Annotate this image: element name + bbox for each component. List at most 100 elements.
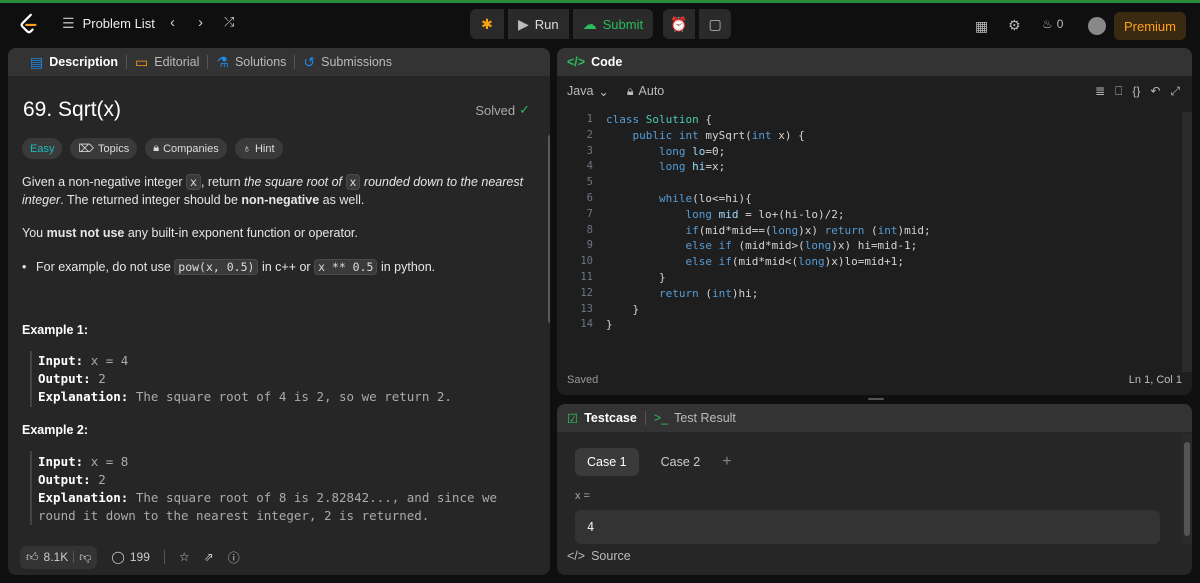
lightbulb-icon: ♁ <box>242 142 251 155</box>
braces-icon[interactable]: {} <box>1132 84 1140 99</box>
code-panel: </> Code Java ⌄ 🔒︎ Auto ≣ ⎕ {} ↶ ⤢ 12345… <box>557 48 1192 395</box>
book-icon: ▭ <box>135 53 149 70</box>
case-1-tab[interactable]: Case 1 <box>575 448 639 476</box>
code-icon: </> <box>567 549 586 563</box>
line-number: 12 <box>580 286 593 299</box>
next-problem-icon[interactable]: › <box>198 14 203 31</box>
expand-icon[interactable]: ⤢ <box>1170 84 1180 99</box>
explanation-label: Explanation: <box>38 490 129 505</box>
help-icon[interactable]: ⓘ <box>228 549 240 566</box>
text: must not use <box>46 226 125 240</box>
tab-testcase-label: Testcase <box>584 411 637 425</box>
scrollbar-thumb[interactable] <box>1184 442 1190 536</box>
scrollbar-thumb[interactable] <box>548 134 550 324</box>
explanation-text-cont: round it down to the nearest integer, 2 … <box>38 508 430 523</box>
layout-icon[interactable]: ▦ <box>975 18 988 35</box>
testcase-panel: ☑ Testcase >_ Test Result Case 1 Case 2 … <box>557 404 1192 575</box>
divider <box>163 550 165 564</box>
flask-icon: ⚗ <box>216 53 229 70</box>
shuffle-icon[interactable]: ⤮ <box>224 14 234 30</box>
run-label: Run <box>534 16 559 32</box>
premium-button[interactable]: Premium <box>1113 12 1186 40</box>
left-tab-bar: ▤ Description ▭ Editorial ⚗ Solutions ↺ … <box>8 48 550 76</box>
submit-button[interactable]: ☁ Submit <box>572 9 654 39</box>
star-icon[interactable]: ☆ <box>179 550 190 564</box>
notes-button[interactable]: ▢ <box>699 9 732 39</box>
text: Given a non-negative integer <box>22 175 183 189</box>
text: . The returned integer should be <box>60 193 238 207</box>
reset-icon[interactable]: ↶ <box>1150 84 1160 99</box>
testcase-scrollbar[interactable] <box>1182 434 1192 544</box>
format-icon[interactable]: ≣ <box>1095 84 1105 99</box>
share-icon[interactable]: ⇗ <box>204 550 214 564</box>
hint-label: Hint <box>254 142 275 155</box>
hint-chip[interactable]: ♁ Hint <box>234 138 283 159</box>
bookmark-icon[interactable]: ⎕ <box>1115 84 1122 99</box>
lock-icon: 🔒︎ <box>626 83 634 98</box>
streak-count: 0 <box>1056 17 1064 31</box>
tab-testcase[interactable]: ☑ Testcase <box>567 411 637 426</box>
add-case-button[interactable]: + <box>722 453 731 471</box>
solved-status: Solved ✓ <box>475 102 530 118</box>
code-editor[interactable]: class Solution { public int mySqrt(int x… <box>606 112 931 333</box>
language-select[interactable]: Java ⌄ <box>567 84 609 99</box>
tab-submissions-label: Submissions <box>321 55 393 69</box>
companies-chip[interactable]: 🔒︎ Companies <box>145 138 227 159</box>
source-button[interactable]: </> Source <box>567 549 631 563</box>
output-value: 2 <box>98 371 106 386</box>
avatar[interactable] <box>1088 17 1106 35</box>
tab-solutions-label: Solutions <box>234 55 287 69</box>
input-value: x = 4 <box>90 353 129 368</box>
tab-description[interactable]: ▤ Description <box>22 54 126 71</box>
problem-list-button[interactable]: ☰ Problem List <box>62 15 155 32</box>
code-scrollbar[interactable] <box>1182 112 1192 372</box>
code-panel-title: Code <box>591 55 623 69</box>
lock-icon: 🔒︎ <box>153 142 160 154</box>
note-icon: ▢ <box>708 15 722 32</box>
topics-chip[interactable]: ⌦ Topics <box>70 138 138 159</box>
save-status: Saved <box>567 374 599 386</box>
tab-solutions[interactable]: ⚗ Solutions <box>208 54 294 71</box>
text: , return <box>200 175 241 189</box>
tab-test-result[interactable]: >_ Test Result <box>654 411 736 425</box>
gear-icon[interactable]: ⚙ <box>1008 17 1021 34</box>
example-2-heading: Example 2: <box>22 423 89 437</box>
code-panel-header: </> Code <box>557 48 1192 76</box>
line-number: 3 <box>586 144 593 157</box>
description-bullet: For example, do not use pow(x, 0.5) in c… <box>36 258 536 276</box>
testcase-input[interactable]: 4 <box>575 510 1160 544</box>
description-scrollbar[interactable] <box>546 126 550 575</box>
thumbs-down-icon[interactable]: 👎︎ <box>79 550 91 565</box>
play-icon: ▶ <box>518 15 529 32</box>
testcase-tab-bar: ☑ Testcase >_ Test Result <box>557 404 1192 432</box>
description-panel: ▤ Description ▭ Editorial ⚗ Solutions ↺ … <box>8 48 550 575</box>
line-number: 6 <box>586 191 593 204</box>
tab-submissions[interactable]: ↺ Submissions <box>295 54 400 71</box>
leetcode-logo-icon[interactable] <box>18 13 40 35</box>
bug-icon: ✱ <box>481 15 493 32</box>
auto-toggle[interactable]: 🔒︎ Auto <box>627 84 664 99</box>
like-button[interactable]: 👍︎ 8.1K 👎︎ <box>20 545 98 569</box>
top-bar: ☰ Problem List ‹ › ⤮ ✱ ▶ Run ☁ Submit ⏰ … <box>0 3 1200 45</box>
streak-counter[interactable]: ♨ 0 <box>1042 17 1063 31</box>
timer-button[interactable]: ⏰ <box>663 9 696 39</box>
line-number: 1 <box>586 113 593 125</box>
difficulty-badge: Easy <box>22 138 63 159</box>
text: For example, do not use <box>36 260 171 274</box>
inline-code: x <box>186 174 201 190</box>
debug-button[interactable]: ✱ <box>470 9 504 39</box>
case-2-tab[interactable]: Case 2 <box>649 448 713 476</box>
output-label: Output: <box>38 472 91 487</box>
tab-editorial[interactable]: ▭ Editorial <box>127 54 207 71</box>
submit-label: Submit <box>602 16 644 32</box>
text: in c++ or <box>261 260 311 274</box>
panel-resize-handle[interactable] <box>868 398 884 400</box>
run-button[interactable]: ▶ Run <box>508 9 569 39</box>
check-circle-icon: ✓ <box>519 102 530 117</box>
cloud-upload-icon: ☁ <box>582 15 597 32</box>
text: any built-in exponent function or operat… <box>127 226 358 240</box>
example-1-body: Input: x = 4 Output: 2 Explanation: The … <box>38 352 452 406</box>
comments-button[interactable]: ◯ 199 <box>111 550 149 564</box>
prev-problem-icon[interactable]: ‹ <box>170 14 175 31</box>
example-1-bar <box>30 351 32 407</box>
